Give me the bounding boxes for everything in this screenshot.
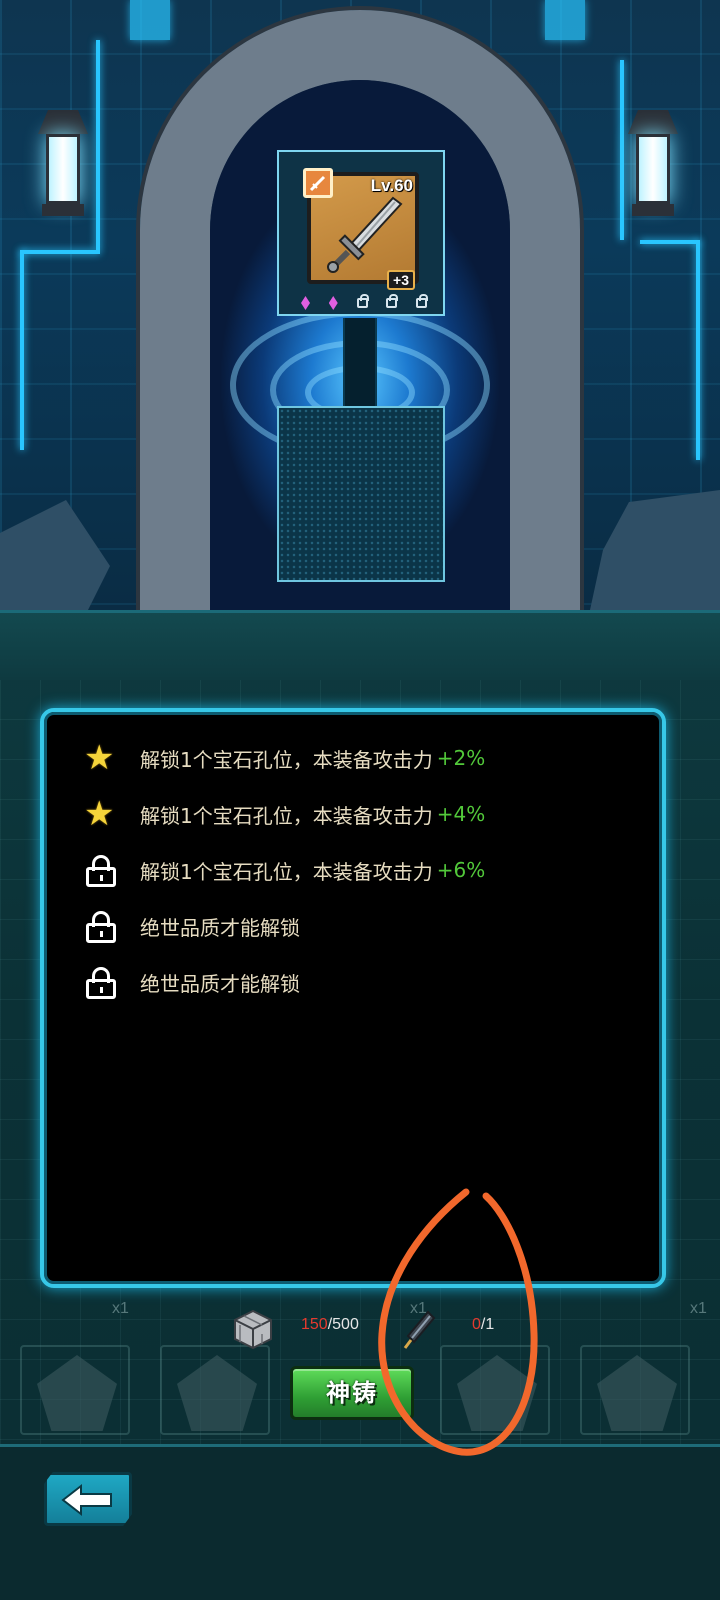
cube-material-icon[interactable]: [232, 1308, 274, 1350]
slot-connector: [343, 318, 377, 406]
background-slot: [160, 1345, 270, 1435]
lock-icon: [84, 909, 118, 943]
panel-header-band: [0, 610, 720, 680]
effect-text: 解锁1个宝石孔位，本装备攻击力: [140, 859, 433, 884]
enhance-level-badge: +3: [387, 270, 415, 290]
circuit-line: [640, 240, 700, 244]
back-button[interactable]: [44, 1472, 132, 1526]
cube-required: /500: [327, 1316, 359, 1333]
background-count: x1: [690, 1300, 707, 1317]
divine-forge-button[interactable]: 神铸: [290, 1366, 414, 1420]
circuit-line: [20, 250, 24, 450]
sword-icon: [327, 196, 403, 273]
rod-cost: 0/1: [472, 1316, 494, 1334]
circuit-line: [96, 40, 100, 250]
socket-lock-icon: [416, 294, 428, 308]
lock-icon: [84, 965, 118, 999]
circuit-line: [620, 60, 624, 240]
wall-lamp-right: [628, 110, 678, 220]
background-slot: [20, 1345, 130, 1435]
effect-bonus: +2%: [436, 746, 486, 770]
star-icon: ★: [84, 794, 115, 834]
background-slot: [440, 1345, 550, 1435]
effect-bonus: +6%: [436, 858, 486, 882]
effect-row: 绝世品质才能解锁: [84, 906, 300, 946]
background-count: x1: [112, 1300, 129, 1317]
socket-lock-icon: [356, 294, 369, 308]
rod-required: /1: [480, 1316, 495, 1333]
effect-row: 绝世品质才能解锁: [84, 962, 300, 1002]
circuit-line: [20, 250, 100, 254]
socket-lock-icon: [386, 294, 399, 308]
effect-row: ★ 解锁1个宝石孔位，本装备攻击力 +2%: [84, 738, 485, 778]
gem-socket-filled-icon: [328, 296, 338, 310]
cube-owned: 150: [301, 1316, 328, 1333]
ceiling-light: [130, 0, 170, 40]
rod-material-icon[interactable]: [402, 1310, 436, 1350]
effect-text: 绝世品质才能解锁: [140, 971, 300, 996]
equipment-level: Lv.60: [370, 176, 413, 195]
effect-row: 解锁1个宝石孔位，本装备攻击力 +6%: [84, 850, 485, 890]
effect-text: 解锁1个宝石孔位，本装备攻击力: [140, 747, 433, 772]
gem-socket-filled-icon: [301, 296, 310, 310]
back-arrow-icon: [61, 1483, 112, 1517]
forge-scene: Lv.60 +3: [0, 0, 720, 610]
wall-lamp-left: [38, 110, 88, 220]
socket-row: [301, 294, 428, 310]
star-icon: ★: [84, 738, 115, 778]
forge-effects-panel: ★ 解锁1个宝石孔位，本装备攻击力 +2% ★ 解锁1个宝石孔位，本装备攻击力 …: [40, 708, 666, 1288]
rod-owned: 0: [472, 1316, 481, 1333]
result-slot: [277, 406, 445, 582]
circuit-line: [696, 240, 700, 460]
equipment-card[interactable]: Lv.60 +3: [277, 150, 445, 316]
cube-cost: 150/500: [301, 1316, 359, 1334]
effect-row: ★ 解锁1个宝石孔位，本装备攻击力 +4%: [84, 794, 485, 834]
lock-icon: [84, 853, 118, 887]
effect-bonus: +4%: [436, 802, 486, 826]
effect-text: 绝世品质才能解锁: [140, 915, 300, 940]
effect-text: 解锁1个宝石孔位，本装备攻击力: [140, 803, 433, 828]
background-slot: [580, 1345, 690, 1435]
ceiling-light: [545, 0, 585, 40]
